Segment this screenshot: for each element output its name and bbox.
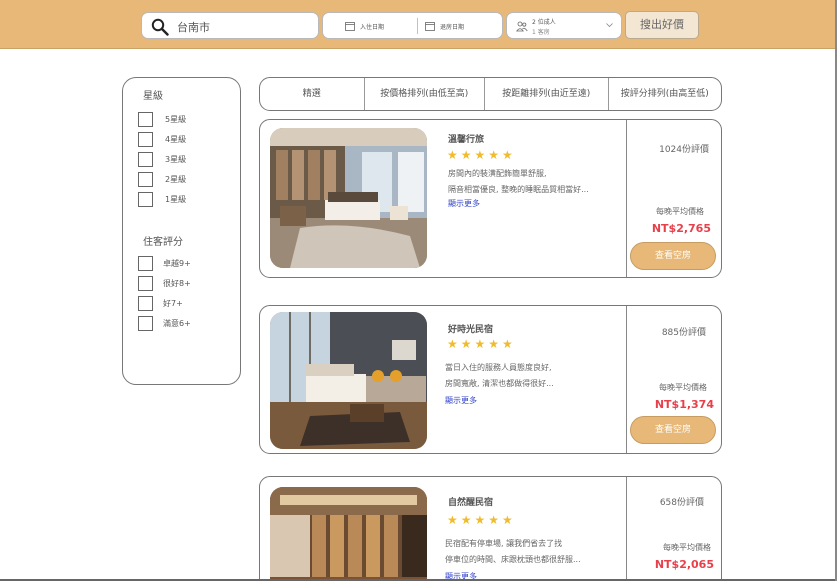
hotel-photo[interactable] [270,487,427,581]
star-rating: ★★★★★ [447,513,516,527]
avg-price-label: 每晚平均價格 [659,383,707,392]
sort-tab-featured[interactable]: 精選 [260,78,365,110]
date-divider [417,18,418,34]
guests-rooms: 1 客房 [532,29,550,36]
star-rating: ★★★★★ [447,148,516,162]
view-rooms-button[interactable]: 查看空房 [630,416,716,444]
chevron-down-icon[interactable] [606,22,613,28]
date-range-field[interactable]: 入住日期 退房日期 [322,12,503,39]
guests-selector[interactable]: 2 位成人 1 客房 [506,12,622,39]
rating-filter-option[interactable]: 好7+ [138,296,183,311]
show-more-link[interactable]: 顯示更多 [448,198,480,209]
hotel-description: 民宿配有停車場, 讓我們省去了找 停車位的時間、床跟枕頭也都很舒服... [445,539,581,564]
avg-price-label: 每晚平均價格 [656,207,704,216]
review-count[interactable]: 658份評價 [660,495,704,508]
hotel-description: 房間內的裝潢配飾簡單舒服, 隔音相當優良, 整晚的睡眠品質相當好... [448,169,589,194]
star-filter-option[interactable]: 1星級 [138,192,186,207]
guests-adults: 2 位成人 [532,19,556,26]
card-divider [626,477,627,581]
card-divider [626,306,627,453]
checkbox[interactable] [138,192,153,207]
show-more-link[interactable]: 顯示更多 [445,395,477,406]
checkbox[interactable] [138,296,153,311]
destination-value: 台南市 [177,21,210,34]
hotel-photo[interactable] [270,312,427,449]
search-header: 台南市 入住日期 退房日期 2 位成人 1 客房 搜出好價 [0,0,837,49]
star-filter-option[interactable]: 3星級 [138,152,186,167]
avg-price-label: 每晚平均價格 [663,543,711,552]
star-filter-option[interactable]: 2星級 [138,172,186,187]
hotel-name[interactable]: 溫馨行旅 [448,132,484,145]
checkbox[interactable] [138,276,153,291]
people-icon [516,21,528,32]
search-button[interactable]: 搜出好價 [625,11,699,39]
sort-tab-rating[interactable]: 按評分排列(由高至低) [609,78,722,110]
checkbox[interactable] [138,316,153,331]
review-count[interactable]: 1024份評價 [659,142,709,155]
star-filter-title: 星級 [143,91,163,102]
checkin-label[interactable]: 入住日期 [360,22,384,31]
sort-tab-price[interactable]: 按價格排列(由低至高) [365,78,486,110]
sort-bar: 精選 按價格排列(由低至高) 按距離排列(由近至遠) 按評分排列(由高至低) [259,77,722,111]
price: NT$2,065 [654,558,714,571]
review-count[interactable]: 885份評價 [662,325,706,338]
card-divider [626,120,627,277]
hotel-photo[interactable] [270,128,427,268]
sort-tab-distance[interactable]: 按距離排列(由近至遠) [485,78,609,110]
rating-filter-option[interactable]: 滿意6+ [138,316,191,331]
rating-filter-title: 住客評分 [143,237,183,248]
calendar-icon [425,22,435,31]
checkbox[interactable] [138,152,153,167]
checkbox[interactable] [138,172,153,187]
hotel-description: 當日入住的服務人員態度良好, 房間寬敞, 清潔也都做得很好... [445,363,554,388]
rating-filter-option[interactable]: 很好8+ [138,276,191,291]
hotel-card: 自然醒民宿 ★★★★★ 民宿配有停車場, 讓我們省去了找 停車位的時間、床跟枕頭… [259,476,722,581]
hotel-card: 溫馨行旅 ★★★★★ 房間內的裝潢配飾簡單舒服, 隔音相當優良, 整晚的睡眠品質… [259,119,722,278]
star-rating: ★★★★★ [447,337,516,351]
checkbox[interactable] [138,132,153,147]
filter-panel: 星級 5星級 4星級 3星級 2星級 1星級 住客評分 卓越9+ 很好8+ 好7… [122,77,241,385]
hotel-card: 好時光民宿 ★★★★★ 當日入住的服務人員態度良好, 房間寬敞, 清潔也都做得很… [259,305,722,454]
hotel-name[interactable]: 好時光民宿 [448,322,493,335]
star-filter-option[interactable]: 4星級 [138,132,186,147]
checkbox[interactable] [138,112,153,127]
hotel-name[interactable]: 自然醒民宿 [448,495,493,508]
star-filter-option[interactable]: 5星級 [138,112,186,127]
rating-filter-option[interactable]: 卓越9+ [138,256,191,271]
checkout-label[interactable]: 退房日期 [440,22,464,31]
price: NT$1,374 [654,398,714,411]
destination-search-field[interactable]: 台南市 [141,12,319,39]
price: NT$2,765 [651,222,711,235]
calendar-icon [345,22,355,31]
search-icon [151,18,169,36]
checkbox[interactable] [138,256,153,271]
view-rooms-button[interactable]: 查看空房 [630,242,716,270]
